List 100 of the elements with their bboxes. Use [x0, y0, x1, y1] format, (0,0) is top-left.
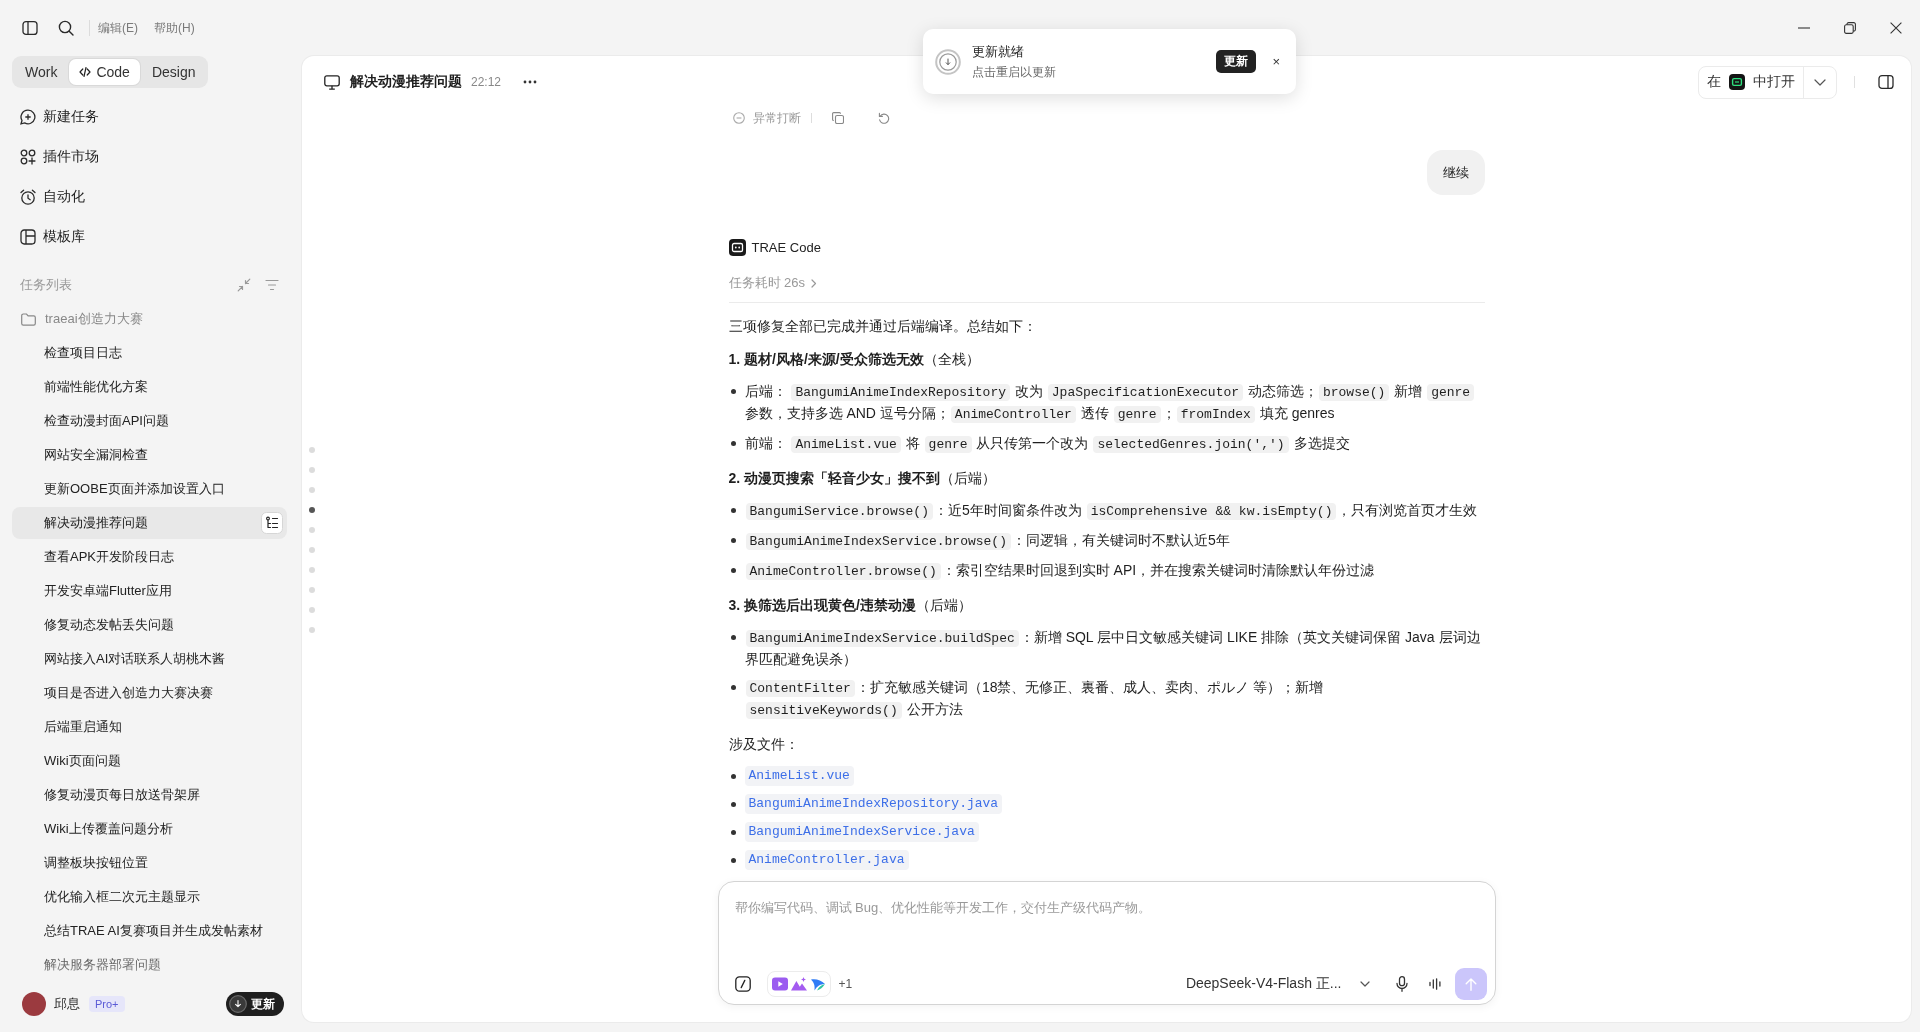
apps-plus-icon	[20, 149, 36, 165]
file-link[interactable]: AnimeList.vue	[744, 766, 854, 786]
file-link[interactable]: BangumiAnimeIndexService.java	[744, 822, 979, 842]
toast-title: 更新就绪	[972, 43, 1025, 60]
image-icon	[790, 976, 807, 992]
open-in-button[interactable]: 在 中打开	[1699, 66, 1803, 98]
task-title: 解决动漫推荐问题	[350, 73, 462, 91]
nav-item[interactable]: 插件市场	[12, 137, 287, 177]
menu-item[interactable]: 帮助(H)	[154, 19, 195, 37]
bullet-icon	[730, 568, 736, 573]
arrow-up-icon	[1464, 977, 1477, 991]
task-item[interactable]: 开发安卓端Flutter应用	[12, 575, 287, 607]
nav-dot-icon[interactable]	[309, 487, 315, 493]
task-item[interactable]: 网站安全漏洞检查	[12, 439, 287, 471]
task-item[interactable]: Wiki上传覆盖问题分析	[12, 813, 287, 845]
copy-icon[interactable]	[831, 112, 844, 124]
layout-icon	[20, 229, 36, 245]
message-composer[interactable]: 帮你编写代码、调试 Bug、优化性能等开发工作，交付生产级代码产物。 +1 DeepSeek-V4-Flash 正...	[717, 881, 1496, 1005]
chevron-down-icon	[1359, 981, 1370, 987]
task-item[interactable]: 总结TRAE AI复赛项目并生成发帖素材	[12, 915, 287, 947]
tree-list-icon[interactable]	[261, 512, 283, 534]
task-item[interactable]: 网站接入AI对话联系人胡桃木酱	[12, 643, 287, 675]
bullet-text: 前端： AnimeList.vue 将 genre 从只传第一个改为 selectedGenres.join(',') 多选提交	[744, 434, 1351, 455]
search-icon[interactable]	[58, 20, 74, 36]
task-item[interactable]: 项目是否进入创造力大赛决赛	[12, 677, 287, 709]
section-heading: 3. 换筛选后出现黄色/违禁动漫（后端）	[728, 596, 973, 615]
task-item[interactable]: 优化输入框二次元主题显示	[12, 881, 287, 913]
chat-plus-icon	[20, 109, 36, 125]
bullet-icon	[730, 538, 736, 543]
slash-command-icon[interactable]	[734, 976, 751, 992]
nav-item[interactable]: 自动化	[12, 177, 287, 217]
task-item[interactable]: 解决服务器部署问题	[12, 949, 287, 981]
nav-dot-icon[interactable]	[309, 547, 315, 553]
task-item[interactable]: 检查项目日志	[12, 337, 287, 369]
mode-tab[interactable]: Code	[69, 59, 140, 85]
filter-icon[interactable]	[265, 279, 279, 291]
section-heading: 2. 动漫页搜索「轻音少女」搜不到（后端）	[728, 469, 998, 488]
nav-dot-icon[interactable]	[309, 467, 315, 473]
bullet-text: ContentFilter ：扩充敏感关键词（18禁、无修正、裏番、成人、卖肉、ポルノ 等）；新增 sensitiveKeywords() 公开方法	[744, 677, 1485, 721]
code-icon	[79, 66, 92, 78]
nav-dot-icon[interactable]	[309, 527, 315, 533]
agent-name: TRAE Code	[751, 239, 821, 255]
bullet-icon	[730, 508, 736, 513]
restore-icon[interactable]	[1844, 22, 1856, 34]
mode-tab[interactable]: Design	[141, 59, 206, 85]
task-item[interactable]: 查看APK开发阶段日志	[12, 541, 287, 573]
close-button[interactable]: ×	[1272, 54, 1280, 69]
more-icon[interactable]	[523, 80, 538, 84]
task-item[interactable]: 后端重启通知	[12, 711, 287, 743]
task-item[interactable]: 解决动漫推荐问题	[12, 507, 287, 539]
nav-item[interactable]: 模板库	[12, 217, 287, 257]
microphone-icon[interactable]	[1395, 976, 1408, 992]
mode-tab[interactable]: Work	[15, 59, 68, 85]
bullet-text: BangumiAnimeIndexService.browse() ：同逻辑，有关键词时不默认近5年	[744, 530, 1485, 552]
waveform-icon[interactable]	[1428, 978, 1441, 990]
section-title: 任务列表	[20, 276, 72, 294]
panel-right-icon[interactable]	[1878, 74, 1894, 90]
bullet-icon	[730, 802, 736, 807]
status-text: 异常打断	[752, 109, 801, 127]
collapse-icon[interactable]	[237, 278, 251, 292]
nav-dot-icon[interactable]	[309, 627, 315, 633]
plan-badge: Pro+	[89, 996, 125, 1012]
bullet-text: BangumiAnimeIndexService.buildSpec ：新增 SQL 层中日文敏感关键词 LIKE 排除（英文关键词保留 Java 层词边界匹配避免误杀）	[744, 628, 1482, 669]
task-item[interactable]: 修复动漫页每日放送骨架屏	[12, 779, 287, 811]
sidebar-toggle-icon[interactable]	[22, 20, 38, 36]
nav-dot-icon[interactable]	[309, 567, 315, 573]
menu-item[interactable]: 编辑(E)	[98, 19, 138, 37]
nav-dot-icon[interactable]	[309, 507, 315, 513]
extra-count: +1	[838, 977, 853, 991]
monitor-icon	[324, 74, 340, 90]
nav-item[interactable]: 新建任务	[12, 97, 287, 137]
folder-icon	[21, 312, 36, 326]
nav-dot-icon[interactable]	[309, 587, 315, 593]
task-item[interactable]: 前端性能优化方案	[12, 371, 287, 403]
task-item[interactable]: Wiki页面问题	[12, 745, 287, 777]
task-item[interactable]: 更新OOBE页面并添加设置入口	[12, 473, 287, 505]
model-selector[interactable]: DeepSeek-V4-Flash 正...	[1185, 975, 1370, 993]
task-item[interactable]: 调整板块按钮位置	[12, 847, 287, 879]
avatar[interactable]	[22, 992, 46, 1016]
download-ring-icon	[935, 48, 961, 75]
swoosh-icon	[809, 976, 826, 992]
skills-chip[interactable]	[766, 971, 831, 997]
download-icon	[229, 995, 247, 1013]
user-name: 邱息	[54, 995, 80, 1013]
task-item[interactable]: 修复动态发帖丢失问题	[12, 609, 287, 641]
bullet-icon	[730, 685, 736, 690]
files-label: 涉及文件：	[728, 735, 800, 754]
close-icon[interactable]	[1890, 22, 1902, 34]
message-input[interactable]: 帮你编写代码、调试 Bug、优化性能等开发工作，交付生产级代码产物。	[734, 898, 1487, 967]
nav-dot-icon[interactable]	[309, 607, 315, 613]
update-button[interactable]: 更新	[1216, 50, 1257, 73]
file-link[interactable]: AnimeController.java	[744, 850, 909, 870]
update-button[interactable]: 更新	[226, 992, 284, 1016]
bullet-text: AnimeController.browse() ：索引空结果时回退到实时 API，并在搜索关键词时清除默认年份过滤	[744, 560, 1485, 582]
minus-circle-icon	[732, 112, 745, 124]
file-link[interactable]: BangumiAnimeIndexRepository.java	[744, 794, 1003, 814]
chevron-down-icon[interactable]	[1814, 78, 1826, 86]
task-item[interactable]: 检查动漫封面API问题	[12, 405, 287, 437]
retry-icon[interactable]	[877, 112, 890, 124]
nav-dot-icon[interactable]	[309, 447, 315, 453]
